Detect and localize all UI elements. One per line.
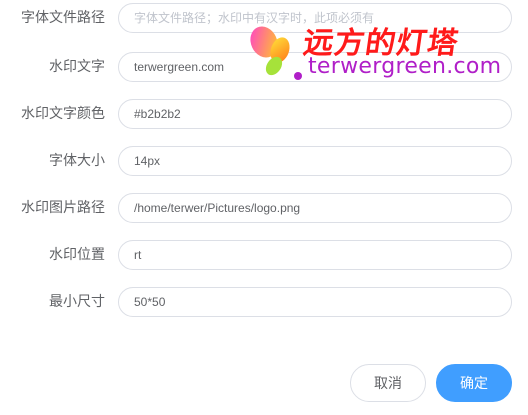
watermark-text-field[interactable] bbox=[118, 52, 512, 82]
position-field[interactable] bbox=[118, 240, 512, 270]
form-row-min-size: 最小尺寸 bbox=[0, 287, 528, 317]
position-input[interactable] bbox=[119, 241, 504, 269]
min-size-input[interactable] bbox=[119, 288, 504, 316]
font-path-input[interactable] bbox=[119, 4, 504, 32]
form-row-font-size: 字体大小 bbox=[0, 146, 528, 176]
form-row-font-path: 字体文件路径 bbox=[0, 3, 528, 33]
watermark-text-label: 水印文字 bbox=[49, 59, 105, 75]
image-path-field[interactable] bbox=[118, 193, 512, 223]
cancel-button[interactable]: 取消 bbox=[350, 364, 426, 402]
watermark-text-input[interactable] bbox=[119, 53, 504, 81]
min-size-field[interactable] bbox=[118, 287, 512, 317]
form-row-image-path: 水印图片路径 bbox=[0, 193, 528, 223]
watermark-color-field[interactable] bbox=[118, 99, 512, 129]
font-size-label: 字体大小 bbox=[49, 153, 105, 169]
font-path-label: 字体文件路径 bbox=[21, 10, 105, 26]
form-row-watermark-text: 水印文字 bbox=[0, 52, 528, 82]
image-path-label: 水印图片路径 bbox=[21, 200, 105, 216]
form-row-position: 水印位置 bbox=[0, 240, 528, 270]
watermark-color-input[interactable] bbox=[119, 100, 504, 128]
min-size-label: 最小尺寸 bbox=[49, 294, 105, 310]
watermark-color-label: 水印文字颜色 bbox=[21, 106, 105, 122]
font-size-input[interactable] bbox=[119, 147, 504, 175]
font-size-field[interactable] bbox=[118, 146, 512, 176]
image-path-input[interactable] bbox=[119, 194, 504, 222]
font-path-field[interactable] bbox=[118, 3, 512, 33]
position-label: 水印位置 bbox=[49, 247, 105, 263]
confirm-button[interactable]: 确定 bbox=[436, 364, 512, 402]
form-row-watermark-color: 水印文字颜色 bbox=[0, 99, 528, 129]
